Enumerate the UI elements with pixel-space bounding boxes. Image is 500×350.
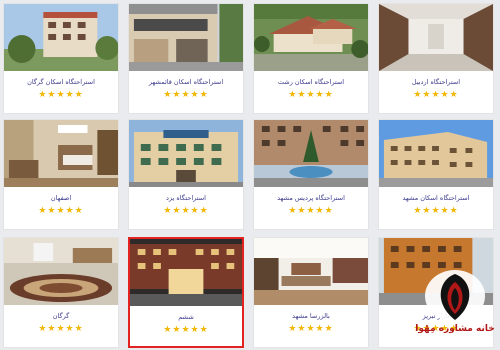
accommodation-photo: [129, 4, 243, 71]
brand-logo-text: خانه مشاوره مِهْوا: [415, 324, 495, 334]
accommodation-title: ششم: [178, 313, 194, 321]
accommodation-card[interactable]: استراحتگاه اسکان قائمشهر ★★★★★: [128, 3, 244, 114]
star-rating: ★★★★★: [163, 325, 209, 335]
star-rating: ★★★★★: [413, 206, 459, 216]
star-rating: ★★★★★: [38, 206, 84, 216]
accommodation-card[interactable]: بالزرسا مشهد ★★★★★: [253, 237, 369, 348]
accommodation-card[interactable]: استراحتگاه اسکان رشت ★★★★★: [253, 3, 369, 114]
accommodation-photo: [379, 4, 493, 71]
accommodation-title: گرگان: [52, 312, 70, 320]
accommodation-photo: [254, 238, 368, 305]
accommodation-card[interactable]: گرگان ★★★★★: [3, 237, 119, 348]
accommodation-title: استراحتگاه اسکان گرگان: [27, 78, 95, 86]
star-rating: ★★★★★: [163, 206, 209, 216]
accommodation-title: استراحتگاه پردیس مشهد: [277, 194, 345, 202]
accommodation-title: استراحتگاه اسکان مشهد: [402, 194, 470, 202]
accommodation-photo: [4, 4, 118, 71]
accommodation-card[interactable]: استراحتگاه پردیس مشهد ★★★★★: [253, 119, 369, 230]
accommodation-title: استراحتگاه اسکان رشت: [277, 78, 345, 86]
star-rating: ★★★★★: [413, 90, 459, 100]
accommodation-photo: [254, 4, 368, 71]
accommodation-title: استراحتگاه یزد: [166, 194, 206, 202]
accommodation-card[interactable]: استراحتگاه یزد ★★★★★: [128, 119, 244, 230]
accommodation-title: استراحتگاه اسکان قائمشهر: [148, 78, 224, 86]
accommodation-title: بالزرسا مشهد: [292, 312, 330, 320]
accommodation-card[interactable]: استراحتگاه اسکان مشهد ★★★★★: [378, 119, 494, 230]
star-rating: ★★★★★: [288, 324, 334, 334]
accommodation-card-selected[interactable]: ششم ★★★★★: [128, 237, 244, 348]
accommodation-title: اصفهان: [50, 194, 72, 202]
star-rating: ★★★★★: [38, 324, 84, 334]
accommodation-card[interactable]: استراحتگاه اسکان گرگان ★★★★★: [3, 3, 119, 114]
brand-logo: خانه مشاوره مِهْوا: [414, 268, 496, 346]
star-rating: ★★★★★: [288, 90, 334, 100]
accommodation-photo: [254, 120, 368, 187]
accommodation-title: استراحتگاه اردبیل: [411, 78, 461, 86]
accommodation-photo: [130, 239, 242, 306]
star-rating: ★★★★★: [163, 90, 209, 100]
star-rating: ★★★★★: [288, 206, 334, 216]
accommodation-photo: [379, 120, 493, 187]
accommodation-card[interactable]: استراحتگاه اردبیل ★★★★★: [378, 3, 494, 114]
accommodation-photo: [129, 120, 243, 187]
accommodation-card[interactable]: اصفهان ★★★★★: [3, 119, 119, 230]
star-rating: ★★★★★: [38, 90, 84, 100]
accommodation-photo: [4, 238, 118, 305]
accommodation-photo: [4, 120, 118, 187]
